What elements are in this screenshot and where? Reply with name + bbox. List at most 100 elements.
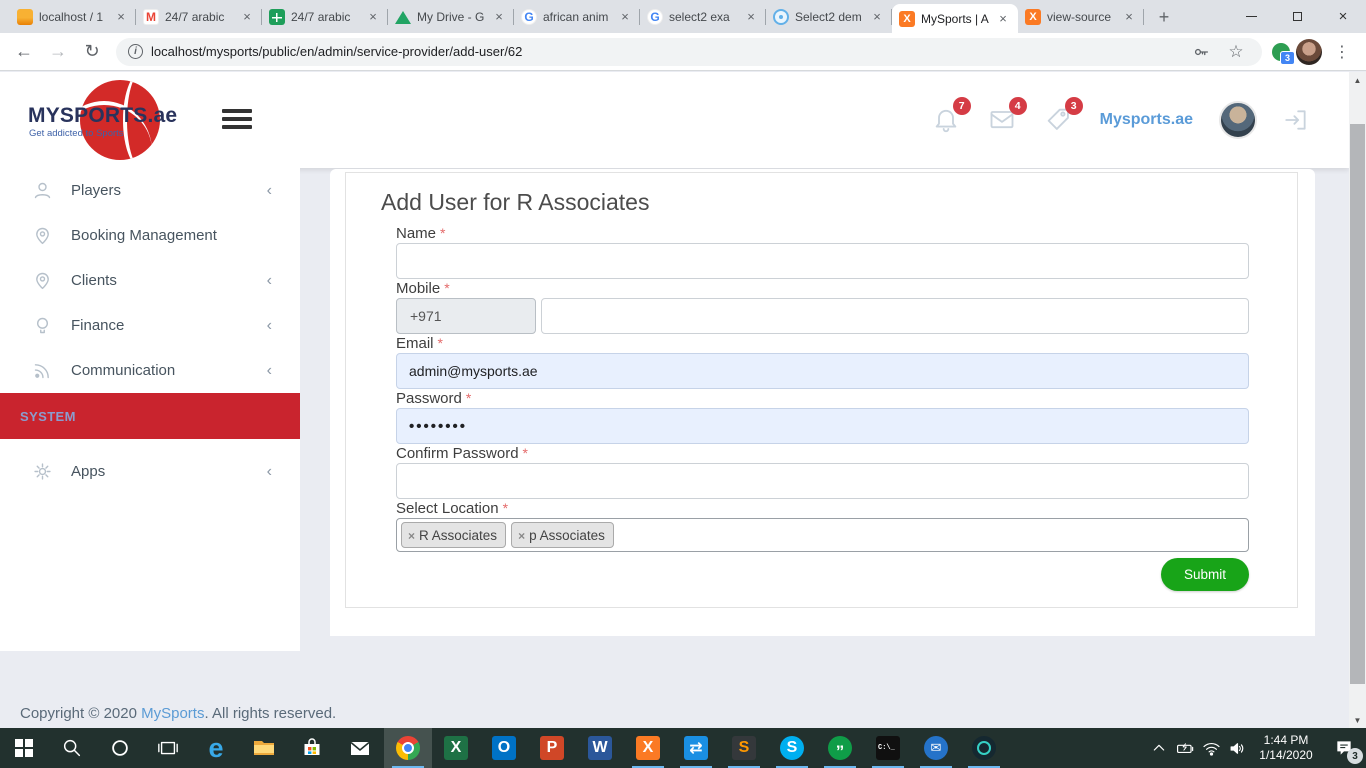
logo-tagline: Get addicted to Sports xyxy=(29,128,124,139)
tab-select2[interactable]: Select2 dem × xyxy=(766,1,892,33)
word-button[interactable]: W xyxy=(576,728,624,768)
email-field[interactable] xyxy=(396,353,1249,389)
browser-profile-avatar[interactable] xyxy=(1296,39,1322,65)
tab-close-icon[interactable]: × xyxy=(743,9,759,25)
extension-icon[interactable]: 3 xyxy=(1272,43,1290,61)
mysports-logo[interactable]: MYSPORTS.ae Get addicted to Sports xyxy=(28,78,168,162)
file-explorer-button[interactable] xyxy=(240,728,288,768)
tab-google-search-1[interactable]: G african anim × xyxy=(514,1,640,33)
notifications-bell-button[interactable]: 7 xyxy=(932,105,962,135)
tab-gmail[interactable]: M 24/7 arabic × xyxy=(136,1,262,33)
taskbar-search-button[interactable] xyxy=(48,728,96,768)
messages-button[interactable]: 4 xyxy=(988,105,1018,135)
wifi-status[interactable] xyxy=(1198,728,1224,768)
location-multiselect[interactable]: × R Associates × p Associates xyxy=(396,518,1249,552)
password-key-icon[interactable] xyxy=(1192,43,1210,61)
sidebar-item-communication[interactable]: Communication ‹ xyxy=(0,348,300,393)
tab-mysports-active[interactable]: X MySports | A × xyxy=(892,4,1018,33)
window-restore-button[interactable] xyxy=(1274,0,1320,33)
chrome-button[interactable] xyxy=(384,728,432,768)
mail-app-button[interactable] xyxy=(336,728,384,768)
confirm-password-field[interactable] xyxy=(396,463,1249,499)
location-tag: × p Associates xyxy=(511,522,614,548)
password-field[interactable] xyxy=(396,408,1249,444)
tab-close-icon[interactable]: × xyxy=(995,11,1011,27)
bookmark-star-icon[interactable]: ☆ xyxy=(1222,38,1250,66)
page-scrollbar[interactable]: ▲ ▼ xyxy=(1349,72,1366,728)
logout-icon[interactable] xyxy=(1283,107,1309,133)
remove-tag-icon[interactable]: × xyxy=(408,529,415,543)
user-avatar[interactable] xyxy=(1219,101,1257,139)
window-close-button[interactable]: × xyxy=(1320,0,1366,33)
tab-google-search-2[interactable]: G select2 exa × xyxy=(640,1,766,33)
tab-drive[interactable]: My Drive - G × xyxy=(388,1,514,33)
window-minimize-button[interactable] xyxy=(1228,0,1274,33)
sheets-favicon xyxy=(269,9,285,25)
required-marker: * xyxy=(466,390,471,406)
tab-phpmyadmin[interactable]: localhost / 1 × xyxy=(10,1,136,33)
battery-status[interactable] xyxy=(1172,728,1198,768)
task-view-button[interactable] xyxy=(144,728,192,768)
tray-expand-button[interactable] xyxy=(1146,728,1172,768)
teamviewer-button[interactable]: ⇄ xyxy=(672,728,720,768)
excel-button[interactable]: X xyxy=(432,728,480,768)
site-info-icon[interactable]: i xyxy=(128,44,143,59)
sidebar-item-label: Booking Management xyxy=(71,227,217,244)
tab-close-icon[interactable]: × xyxy=(491,9,507,25)
url-text[interactable]: localhost/mysports/public/en/admin/servi… xyxy=(151,44,522,59)
tab-sheets[interactable]: 24/7 arabic × xyxy=(262,1,388,33)
hangouts-button[interactable]: ” xyxy=(816,728,864,768)
mysports-footer-link[interactable]: MySports xyxy=(141,705,204,722)
browser-menu-icon[interactable]: ⋮ xyxy=(1328,42,1356,62)
volume-status[interactable] xyxy=(1224,728,1250,768)
chevron-left-icon: ‹ xyxy=(267,463,272,481)
forward-icon[interactable]: → xyxy=(44,38,72,66)
back-icon[interactable]: ← xyxy=(10,38,38,66)
sidebar-item-finance[interactable]: Finance ‹ xyxy=(0,303,300,348)
skype-button[interactable]: S xyxy=(768,728,816,768)
sublime-button[interactable]: S xyxy=(720,728,768,768)
address-bar[interactable]: i localhost/mysports/public/en/admin/ser… xyxy=(116,38,1262,66)
action-center-button[interactable]: 3 xyxy=(1322,728,1366,768)
submit-button[interactable]: Submit xyxy=(1161,558,1249,591)
outlook-button[interactable]: O xyxy=(480,728,528,768)
tab-close-icon[interactable]: × xyxy=(239,9,255,25)
cortana-button[interactable] xyxy=(96,728,144,768)
thunderbird-button[interactable]: ✉ xyxy=(912,728,960,768)
account-name[interactable]: Mysports.ae xyxy=(1100,111,1193,129)
reload-icon[interactable]: ↻ xyxy=(78,38,106,66)
scroll-down-arrow[interactable]: ▼ xyxy=(1349,712,1366,728)
start-button[interactable] xyxy=(0,728,48,768)
tab-close-icon[interactable]: × xyxy=(365,9,381,25)
mobile-field[interactable] xyxy=(541,298,1249,334)
scroll-up-arrow[interactable]: ▲ xyxy=(1349,72,1366,88)
taskbar-clock[interactable]: 1:44 PM 1/14/2020 xyxy=(1250,733,1322,763)
powerpoint-button[interactable]: P xyxy=(528,728,576,768)
file-explorer-icon xyxy=(252,736,276,760)
sidebar-item-booking-management[interactable]: Booking Management xyxy=(0,213,300,258)
sidebar-item-apps[interactable]: Apps ‹ xyxy=(0,449,300,494)
tab-close-icon[interactable]: × xyxy=(113,9,129,25)
edge-button[interactable]: e xyxy=(192,728,240,768)
xampp-favicon: X xyxy=(899,11,915,27)
sidebar-toggle-button[interactable] xyxy=(222,109,252,131)
edge-icon: e xyxy=(208,736,223,760)
xampp-button[interactable]: X xyxy=(624,728,672,768)
new-tab-button[interactable]: + xyxy=(1150,3,1178,31)
cmd-button[interactable]: C:\_ xyxy=(864,728,912,768)
remove-tag-icon[interactable]: × xyxy=(518,529,525,543)
tab-view-source[interactable]: X view-source × xyxy=(1018,1,1144,33)
microsoft-store-button[interactable] xyxy=(288,728,336,768)
name-field[interactable] xyxy=(396,243,1249,279)
scrollbar-thumb[interactable] xyxy=(1350,124,1365,684)
sidebar-item-players[interactable]: Players ‹ xyxy=(0,168,300,213)
phpmyadmin-favicon xyxy=(17,9,33,25)
mailspring-button[interactable] xyxy=(960,728,1008,768)
tab-close-icon[interactable]: × xyxy=(1121,9,1137,25)
sidebar-item-clients[interactable]: Clients ‹ xyxy=(0,258,300,303)
form-panel: Add User for R Associates Name* Mobile* … xyxy=(345,172,1298,608)
tab-close-icon[interactable]: × xyxy=(617,9,633,25)
tab-close-icon[interactable]: × xyxy=(869,9,885,25)
tickets-button[interactable]: 3 xyxy=(1044,105,1074,135)
browser-tab-strip: localhost / 1 × M 24/7 arabic × 24/7 ara… xyxy=(0,0,1366,33)
